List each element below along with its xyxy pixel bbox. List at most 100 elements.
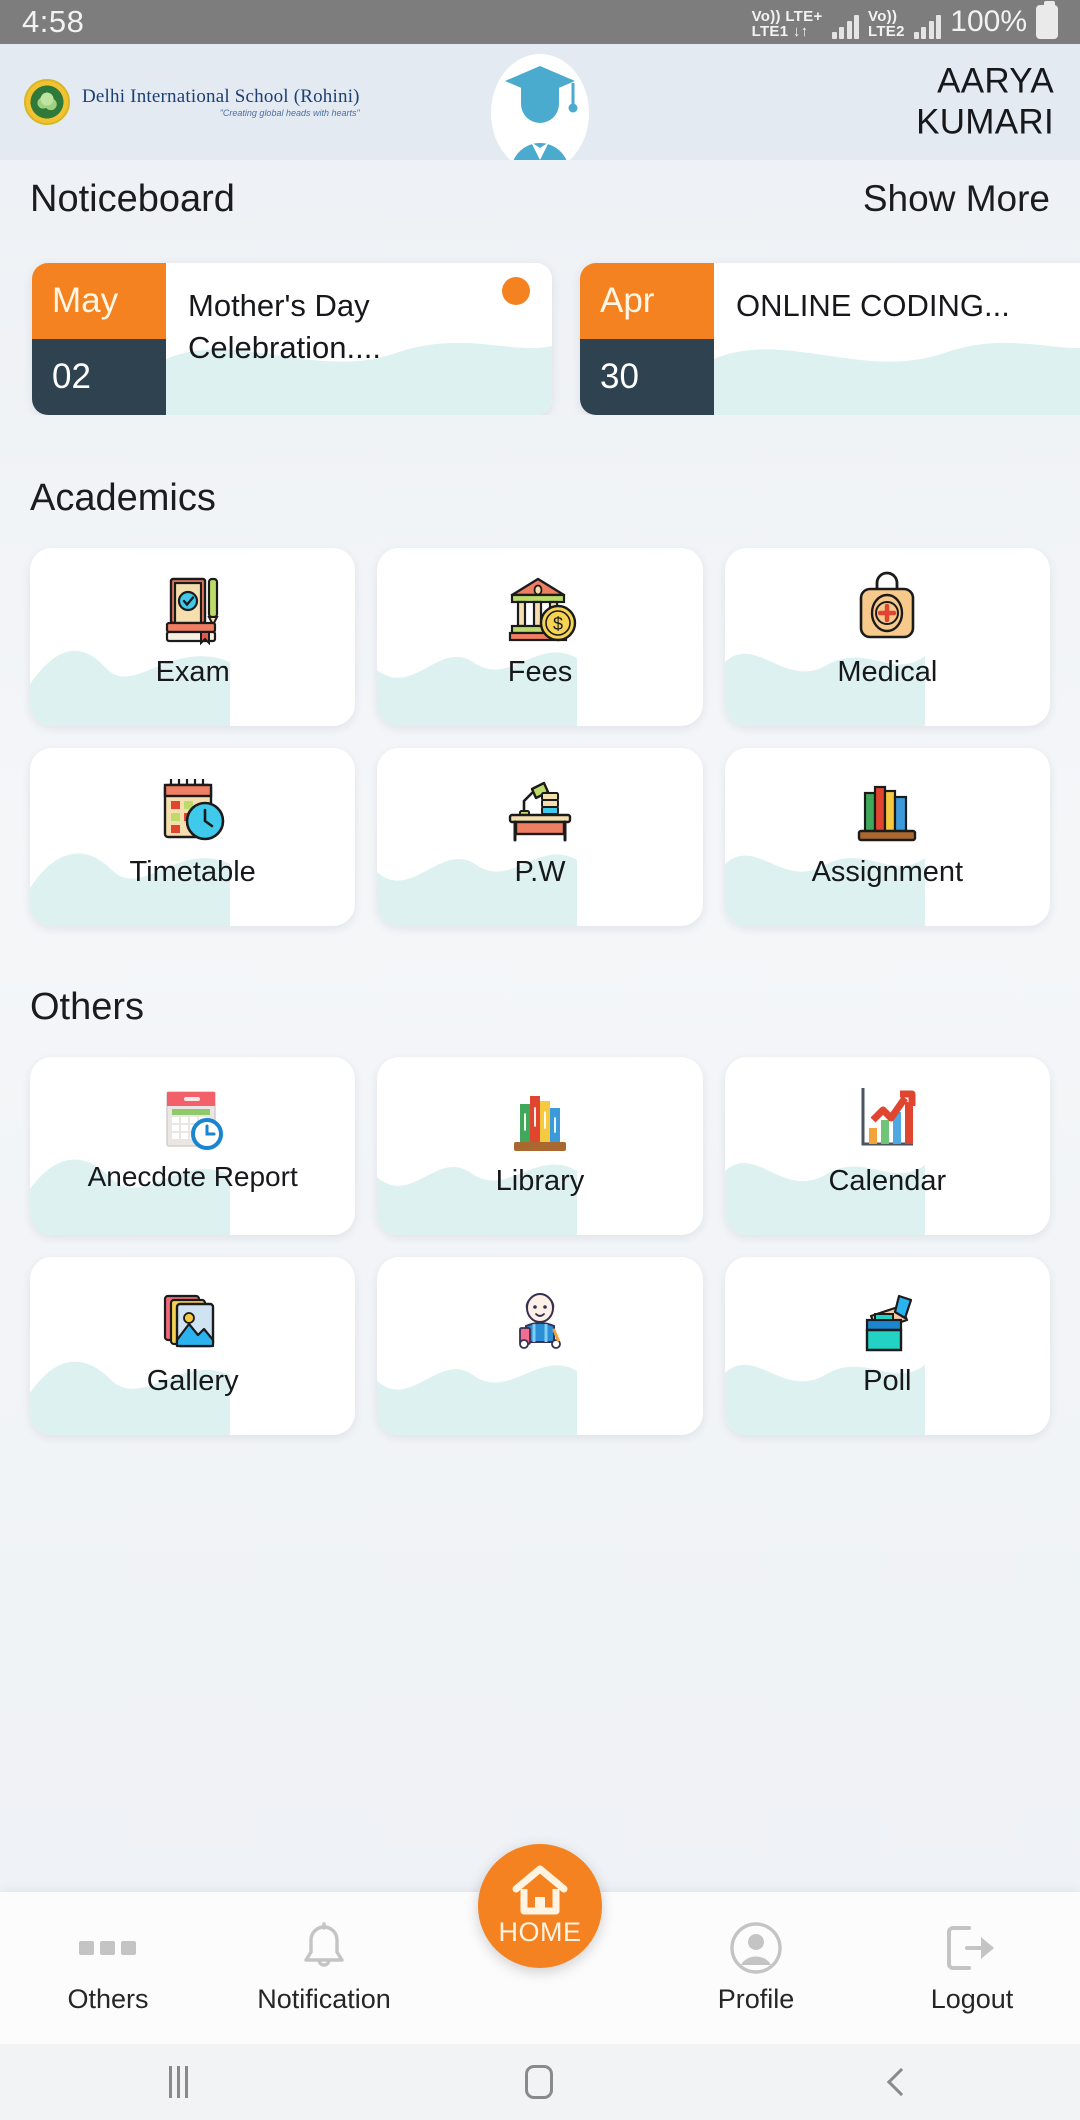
sim1-voice-lte-label: Vo)) LTE+ xyxy=(751,8,823,25)
notice-date: May 02 xyxy=(32,263,166,415)
tile-label: Gallery xyxy=(146,1365,239,1397)
main-content: Noticeboard Show More May 02 Mother's Da… xyxy=(0,160,1080,2120)
nav-item-profile[interactable]: Profile xyxy=(648,1921,864,2015)
sim2-label: LTE2 xyxy=(868,23,905,40)
sim2-signal-icon xyxy=(913,15,942,39)
notice-day: 30 xyxy=(580,339,714,415)
battery-percent-label: 100% xyxy=(950,5,1027,38)
tile-label: Fees xyxy=(507,656,573,688)
nav-item-notification[interactable]: Notification xyxy=(216,1921,432,2015)
logout-arrow-icon xyxy=(943,1922,1001,1974)
notice-text: Mother's Day Celebration.... xyxy=(188,288,381,365)
recents-bars-icon[interactable] xyxy=(168,2066,188,2098)
exam-papers-pen-icon xyxy=(151,566,235,652)
notice-month: May xyxy=(32,263,166,339)
graduate-student-avatar-icon xyxy=(491,54,589,172)
notice-text: ONLINE CODING... xyxy=(736,288,1010,323)
tile-exam[interactable]: Exam xyxy=(30,548,356,726)
tile-student-reading[interactable] xyxy=(377,1257,703,1435)
nav-label: Profile xyxy=(717,1983,795,2014)
sim2-indicator: Vo)) LTE2 xyxy=(868,9,905,39)
notice-day: 02 xyxy=(32,339,166,415)
student-reading-icon xyxy=(498,1275,582,1361)
tile-label: Exam xyxy=(155,656,230,688)
tile-pw[interactable]: P.W xyxy=(377,748,703,926)
notice-date: Apr 30 xyxy=(580,263,714,415)
tile-calendar[interactable]: Calendar xyxy=(724,1057,1050,1235)
nav-item-others[interactable]: Others xyxy=(0,1922,216,2015)
tile-label: Assignment xyxy=(811,856,964,888)
sim1-indicator: Vo)) LTE+ LTE1 ↓↑ xyxy=(752,9,823,39)
student-name-line2: KUMARI xyxy=(916,103,1054,142)
status-bar-icons: Vo)) LTE+ LTE1 ↓↑ Vo)) LTE2 100% xyxy=(752,1,1058,39)
home-square-icon[interactable] xyxy=(525,2065,554,2099)
tile-library[interactable]: Library xyxy=(377,1057,703,1235)
wave-decoration-icon xyxy=(714,342,1080,415)
tile-label: Timetable xyxy=(129,856,256,888)
others-grid: Anecdote Report Library Calendar Gallery… xyxy=(0,1057,1080,1435)
student-name-line1: AARYA xyxy=(937,61,1054,101)
calendar-clock-report-icon xyxy=(151,1075,235,1161)
school-text: Delhi International School (Rohini) "Cre… xyxy=(82,86,360,118)
others-title: Others xyxy=(30,986,145,1028)
school-name: Delhi International School (Rohini) xyxy=(82,86,360,107)
tile-gallery[interactable]: Gallery xyxy=(30,1257,356,1435)
tile-fees[interactable]: $ Fees xyxy=(377,548,703,726)
sim1-signal-icon xyxy=(831,15,859,39)
sim1-label: LTE1 ↓↑ xyxy=(751,23,809,40)
home-fab-button[interactable]: HOME xyxy=(478,1844,602,1968)
noticeboard-header: Noticeboard Show More xyxy=(0,160,1080,221)
content-bottom-spacer xyxy=(0,1435,1080,1615)
growth-chart-icon xyxy=(845,1075,929,1161)
app-screen: 4:58 Vo)) LTE+ LTE1 ↓↑ Vo)) LTE2 100% De… xyxy=(0,0,1080,2120)
student-name: AARYA KUMARI xyxy=(916,61,1054,144)
tile-medical[interactable]: Medical xyxy=(724,548,1050,726)
tile-label: Calendar xyxy=(828,1165,947,1197)
svg-text:$: $ xyxy=(553,614,563,634)
school-brand[interactable]: Delhi International School (Rohini) "Cre… xyxy=(24,79,360,125)
academics-grid: Exam $ Fees Medical Timetable P.W Assign… xyxy=(0,548,1080,926)
notice-body: ONLINE CODING... xyxy=(714,263,1080,415)
nav-item-logout[interactable]: Logout xyxy=(864,1922,1080,2015)
study-desk-lamp-icon xyxy=(498,766,582,852)
ballot-box-icon xyxy=(845,1275,929,1361)
status-bar-clock: 4:58 xyxy=(22,4,85,39)
noticeboard-show-more-link[interactable]: Show More xyxy=(863,178,1050,220)
android-system-nav xyxy=(0,2044,1080,2120)
photo-stack-icon xyxy=(151,1275,235,1361)
school-crest-tree-icon xyxy=(24,79,70,125)
academics-header: Academics xyxy=(0,415,1080,548)
noticeboard-title: Noticeboard xyxy=(30,178,235,220)
notice-card[interactable]: Apr 30 ONLINE CODING... xyxy=(580,263,1080,415)
academics-title: Academics xyxy=(30,477,216,519)
battery-icon xyxy=(1036,1,1058,39)
bank-coin-icon: $ xyxy=(498,566,582,652)
three-dots-icon xyxy=(77,1922,139,1974)
noticeboard-carousel[interactable]: May 02 Mother's Day Celebration.... Apr … xyxy=(0,221,1080,415)
bell-icon xyxy=(299,1921,349,1974)
books-shelf-icon xyxy=(845,766,929,852)
tile-anecdote-report[interactable]: Anecdote Report xyxy=(30,1057,356,1235)
app-header: Delhi International School (Rohini) "Cre… xyxy=(0,44,1080,172)
back-chevron-icon[interactable] xyxy=(886,2067,916,2097)
tile-timetable[interactable]: Timetable xyxy=(30,748,356,926)
user-circle-icon xyxy=(729,1921,783,1974)
nav-label: Others xyxy=(67,1983,149,2014)
nav-label: Logout xyxy=(930,1983,1014,2014)
tile-label: Poll xyxy=(863,1365,912,1397)
tile-poll[interactable]: Poll xyxy=(724,1257,1050,1435)
library-books-icon xyxy=(498,1075,582,1161)
others-header: Others xyxy=(0,926,1080,1057)
tile-assignment[interactable]: Assignment xyxy=(724,748,1050,926)
notice-unread-badge xyxy=(502,277,530,305)
tile-label: P.W xyxy=(514,856,566,888)
notice-body: Mother's Day Celebration.... xyxy=(166,263,552,415)
notice-card[interactable]: May 02 Mother's Day Celebration.... xyxy=(32,263,552,415)
nav-label: Notification xyxy=(257,1983,391,2014)
tile-label: Library xyxy=(495,1165,585,1197)
avatar[interactable] xyxy=(491,54,589,172)
tile-label: Medical xyxy=(837,656,938,688)
status-bar: 4:58 Vo)) LTE+ LTE1 ↓↑ Vo)) LTE2 100% xyxy=(0,0,1080,44)
home-fab-label: HOME xyxy=(498,1916,582,1947)
school-tagline: "Creating global heads with hearts" xyxy=(219,108,360,118)
